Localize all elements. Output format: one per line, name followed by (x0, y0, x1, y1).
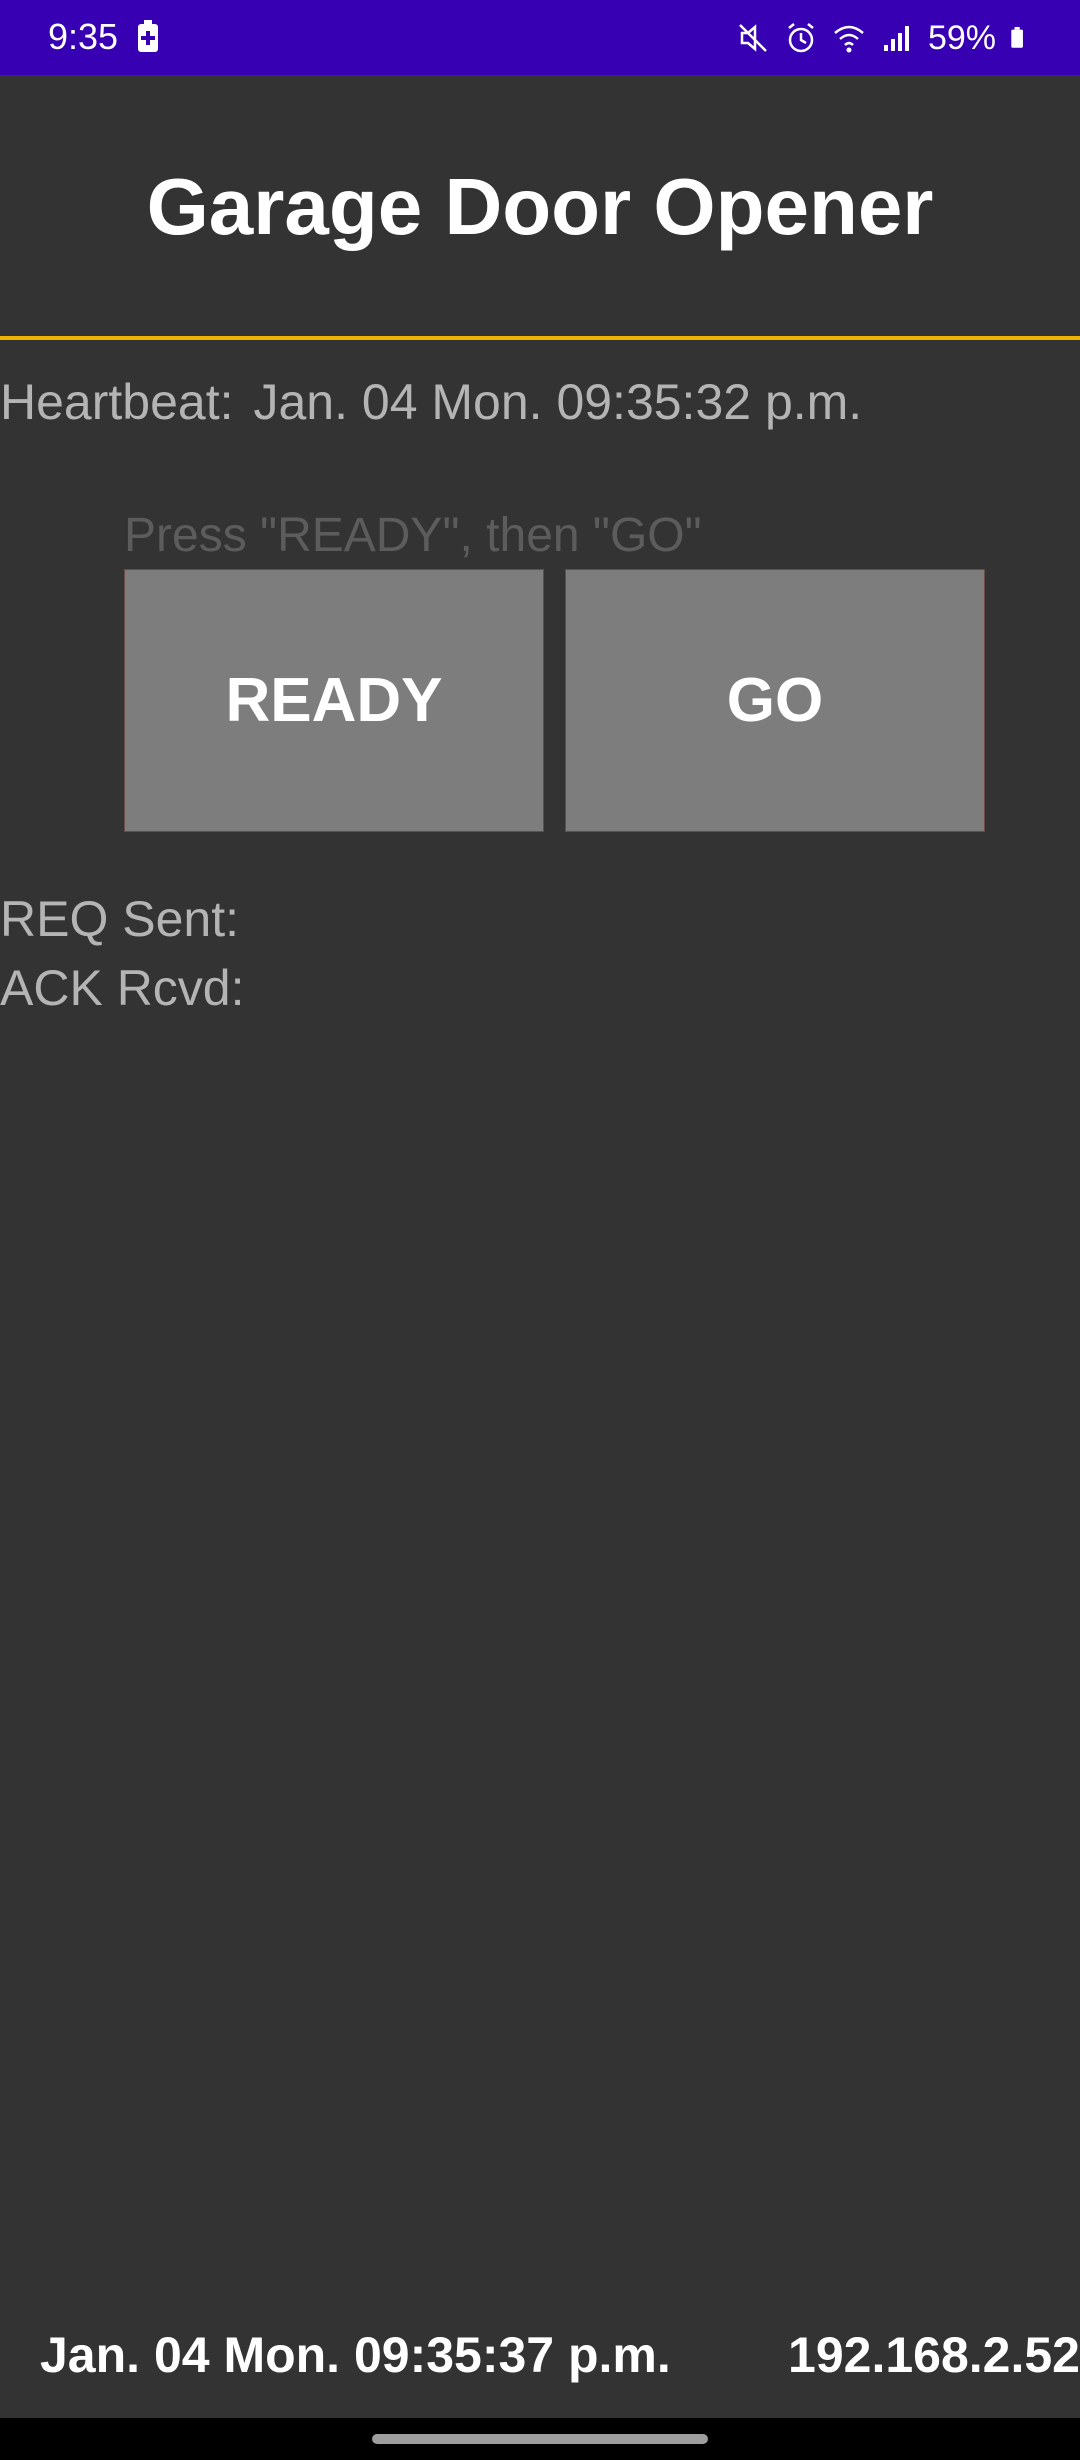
battery-saver-icon (136, 20, 160, 54)
home-gesture-handle[interactable] (372, 2434, 708, 2444)
heartbeat-label: Heartbeat: (0, 374, 234, 430)
heartbeat-value: Jan. 04 Mon. 09:35:32 p.m. (253, 374, 863, 430)
app-header: Garage Door Opener (0, 75, 1080, 339)
alarm-icon (784, 21, 818, 55)
navigation-bar (0, 2418, 1080, 2460)
signal-icon (880, 21, 914, 55)
req-sent-label: REQ Sent: (0, 891, 239, 947)
page-title: Garage Door Opener (146, 162, 934, 251)
instruction-text: Press "READY", then "GO" (124, 509, 702, 562)
go-button[interactable]: GO (565, 569, 985, 832)
footer-timestamp: Jan. 04 Mon. 09:35:37 p.m. (40, 2327, 671, 2383)
wifi-icon (832, 21, 866, 55)
ack-rcvd-label: ACK Rcvd: (0, 960, 245, 1016)
ready-button[interactable]: READY (124, 569, 544, 832)
heartbeat-row: Heartbeat: Jan. 04 Mon. 09:35:32 p.m. (0, 372, 862, 432)
battery-percent: 59% (927, 19, 996, 57)
header-divider (0, 336, 1080, 340)
battery-icon (1010, 21, 1032, 55)
footer-ip-address: 192.168.2.52 (788, 2327, 1080, 2383)
mute-icon (736, 21, 770, 55)
status-bar: 9:35 59% (0, 0, 1080, 75)
status-time: 9:35 (48, 16, 119, 57)
status-icons: 59% (736, 16, 1032, 60)
